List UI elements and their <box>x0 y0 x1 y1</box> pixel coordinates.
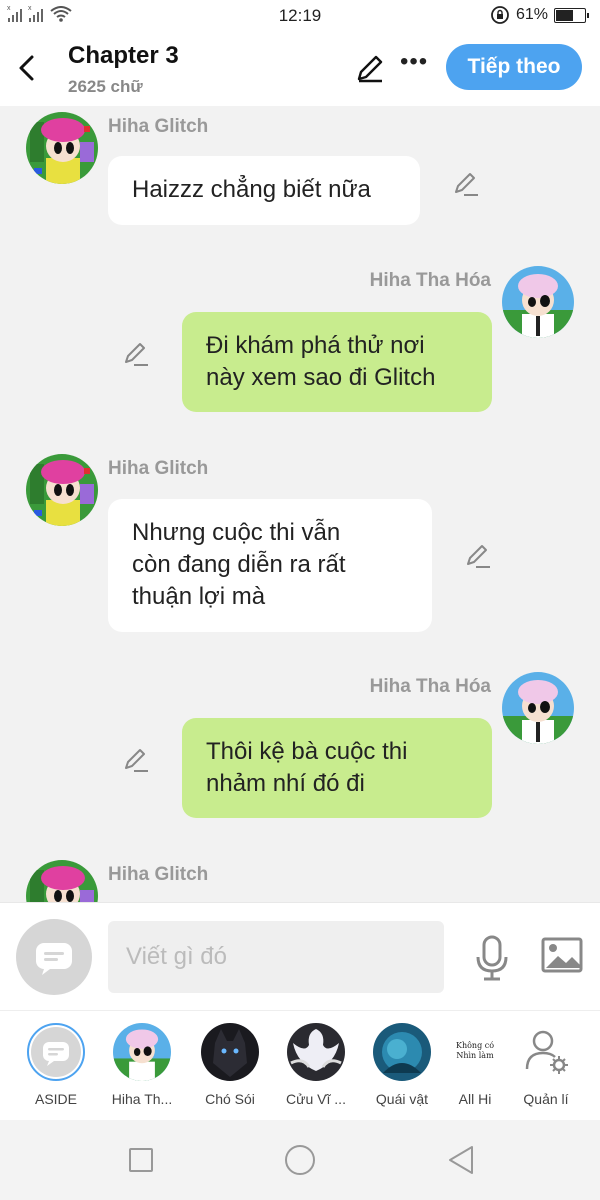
message-sender-name: Hiha Glitch <box>108 864 209 885</box>
chat-area[interactable]: Hiha Glitch Haizzz chẳng biết nữa Hiha T… <box>0 106 600 902</box>
battery-icon <box>554 7 589 23</box>
edit-message-icon[interactable] <box>464 542 492 570</box>
avatar-hiha-glitch[interactable] <box>26 860 98 902</box>
character-quai-vat[interactable]: Quái vật <box>364 1023 440 1107</box>
message-bubble[interactable]: Nhưng cuộc thi vẫn còn đang diễn ra rất … <box>108 499 432 632</box>
speech-bubble-icon <box>36 943 72 975</box>
message-bubble[interactable]: Haizzz chẳng biết nữa <box>108 156 420 225</box>
image-icon[interactable] <box>540 935 584 975</box>
character-label: ASIDE <box>34 1091 77 1107</box>
compose-bar <box>0 902 600 1010</box>
character-label: Hiha Th... <box>111 1091 173 1107</box>
avatar-caption-line: Không có <box>455 1041 495 1050</box>
character-label: Chó Sói <box>205 1091 255 1107</box>
character-cuu-vi[interactable]: Cửu Vĩ ... <box>278 1023 354 1107</box>
character-all-hi[interactable]: Không có Nhìn làm All Hi <box>437 1023 513 1107</box>
avatar-hiha-glitch[interactable] <box>26 454 98 526</box>
message-text: Haizzz chẳng biết nữa <box>132 176 371 203</box>
aside-toggle-button[interactable] <box>16 919 92 995</box>
system-nav-bar <box>0 1120 600 1200</box>
avatar-hiha-glitch[interactable] <box>26 112 98 184</box>
chapter-title: Chapter 3 <box>68 42 179 69</box>
character-avatar: Không có Nhìn làm <box>446 1023 504 1081</box>
character-avatar <box>373 1023 431 1081</box>
more-options-icon[interactable]: ••• <box>400 50 428 80</box>
message-input[interactable] <box>108 921 444 993</box>
next-chapter-button[interactable]: Tiếp theo <box>446 44 582 90</box>
edit-message-icon[interactable] <box>122 340 150 368</box>
message-sender-name: Hiha Glitch <box>108 458 209 479</box>
message-text-line: nhảm nhí đó đi <box>206 770 365 797</box>
edit-message-icon[interactable] <box>452 170 480 198</box>
home-icon[interactable] <box>285 1145 315 1175</box>
avatar-hiha-tha-hoa[interactable] <box>502 266 574 338</box>
status-bar: x x 12:19 61% <box>0 0 600 30</box>
word-count: 2625 chữ <box>68 77 143 96</box>
message-text-line: còn đang diễn ra rất <box>132 551 346 578</box>
character-aside[interactable]: ASIDE <box>18 1023 94 1107</box>
message-bubble[interactable]: Đi khám phá thử nơi này xem sao đi Glitc… <box>182 312 492 412</box>
avatar-caption-line: Nhìn làm <box>456 1051 494 1060</box>
aside-avatar <box>27 1023 85 1081</box>
back-arrow-icon[interactable] <box>12 48 42 88</box>
message-text-line: Đi khám phá thử nơi <box>206 332 425 359</box>
battery-percent: 61% <box>515 6 548 23</box>
character-label: Quái vật <box>375 1091 429 1107</box>
message-sender-name: Hiha Glitch <box>108 116 209 137</box>
nav-back-icon[interactable] <box>446 1144 476 1176</box>
message-sender-name: Hiha Tha Hóa <box>369 676 491 697</box>
character-label: Cửu Vĩ ... <box>286 1091 346 1107</box>
character-avatar <box>113 1023 171 1081</box>
manage-icon <box>517 1023 575 1081</box>
character-avatar <box>287 1023 345 1081</box>
character-cho-soi[interactable]: Chó Sói <box>192 1023 268 1107</box>
character-bar: ASIDE Hiha Th... Chó Sói Cửu Vĩ ... Quái… <box>0 1010 600 1120</box>
character-avatar <box>201 1023 259 1081</box>
message-text-line: Thôi kệ bà cuộc thi <box>206 738 408 765</box>
edit-pen-icon[interactable] <box>354 52 386 84</box>
chapter-header: Chapter 3 2625 chữ ••• Tiếp theo <box>0 30 600 106</box>
character-manage[interactable]: Quản lí <box>508 1023 584 1107</box>
message-bubble[interactable]: Thôi kệ bà cuộc thi nhảm nhí đó đi <box>182 718 492 818</box>
recent-apps-icon[interactable] <box>129 1148 153 1172</box>
edit-message-icon[interactable] <box>122 746 150 774</box>
message-text-line: Nhưng cuộc thi vẫn <box>132 519 341 546</box>
character-label: Quản lí <box>523 1091 569 1107</box>
message-text-line: này xem sao đi Glitch <box>206 364 436 391</box>
microphone-icon[interactable] <box>472 933 512 983</box>
character-hiha-tha-hoa[interactable]: Hiha Th... <box>104 1023 180 1107</box>
message-sender-name: Hiha Tha Hóa <box>369 270 491 291</box>
avatar-hiha-tha-hoa[interactable] <box>502 672 574 744</box>
message-text-line: thuận lợi mà <box>132 583 266 610</box>
rotation-lock-icon <box>491 6 509 24</box>
character-label: All Hi <box>458 1091 492 1107</box>
